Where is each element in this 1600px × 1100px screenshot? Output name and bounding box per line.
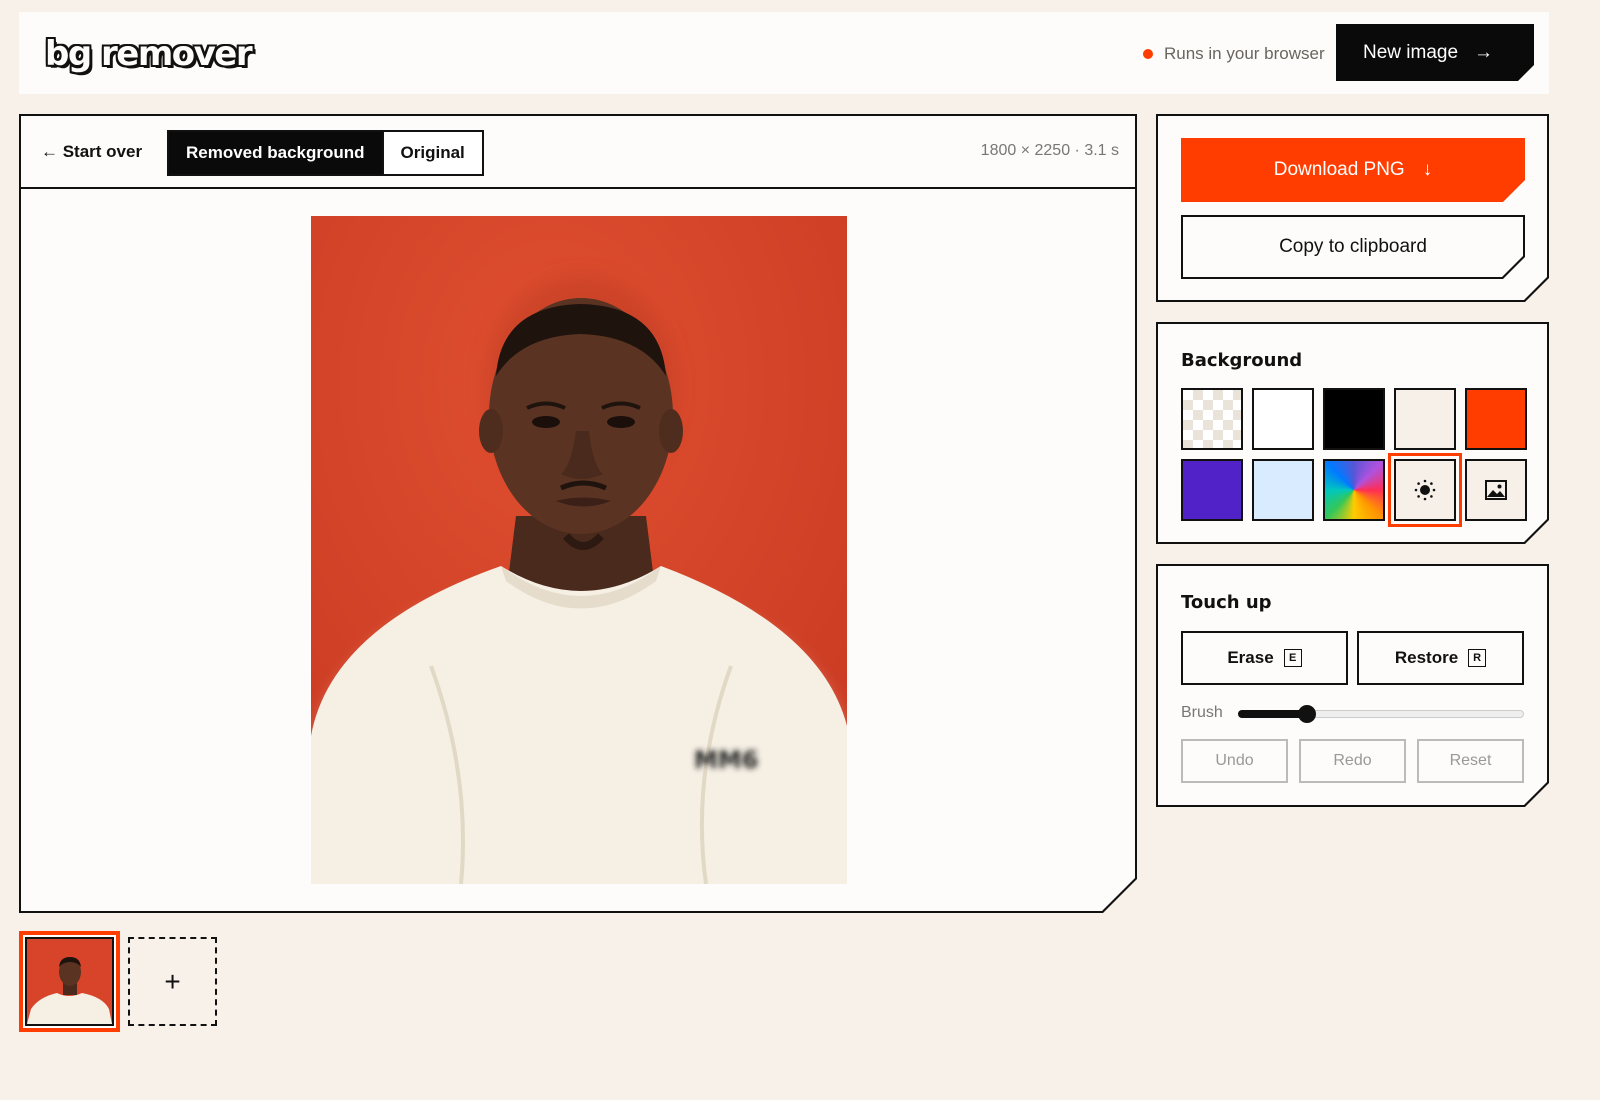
background-swatches (1181, 388, 1527, 521)
erase-button[interactable]: Erase E (1181, 631, 1348, 685)
touch-up-title: Touch up (1181, 592, 1272, 613)
brush-label: Brush (1181, 704, 1223, 721)
arrow-right-icon: → (1474, 41, 1494, 63)
image-viewer-body: ← Start over Removed background Original… (21, 116, 1135, 911)
swatch-blur[interactable] (1394, 459, 1456, 521)
image-icon (1484, 479, 1508, 501)
swatch-orange[interactable] (1465, 388, 1527, 450)
thumbnail-current[interactable] (19, 931, 120, 1032)
erase-label: Erase (1227, 648, 1274, 667)
export-panel: Download PNG ↓ Copy to clipboard (1156, 114, 1549, 302)
swatch-cream[interactable] (1394, 388, 1456, 450)
svg-text:MM6: MM6 (694, 746, 758, 774)
restore-button[interactable]: Restore R (1357, 631, 1524, 685)
swatch-rainbow[interactable] (1323, 459, 1385, 521)
arrow-down-icon: ↓ (1422, 159, 1433, 180)
swatch-image[interactable] (1465, 459, 1527, 521)
background-title: Background (1181, 350, 1303, 371)
image-viewer-panel: ← Start over Removed background Original… (19, 114, 1137, 913)
copy-to-clipboard-button[interactable]: Copy to clipboard (1181, 215, 1525, 279)
restore-label: Restore (1394, 648, 1459, 667)
swatch-purple[interactable] (1181, 459, 1243, 521)
toolbar-divider (21, 187, 1135, 189)
swatch-transparent[interactable] (1181, 388, 1243, 450)
redo-button[interactable]: Redo (1299, 739, 1406, 783)
thumbnail-portrait (27, 939, 112, 1024)
portrait-illustration: MM6 (311, 216, 847, 884)
app-logo[interactable]: bg remover (45, 34, 253, 74)
background-panel: Background (1156, 322, 1549, 544)
copy-label: Copy to clipboard (1183, 217, 1523, 277)
new-image-button[interactable]: New image → (1336, 24, 1534, 81)
download-png-button[interactable]: Download PNG ↓ (1181, 138, 1525, 202)
brush-slider-fill (1238, 710, 1306, 718)
touch-up-panel: Touch up Erase E Restore R Brush Undo Re… (1156, 564, 1549, 807)
touch-up-panel-body: Touch up Erase E Restore R Brush Undo Re… (1158, 566, 1547, 805)
sun-icon (1414, 479, 1436, 501)
reset-button[interactable]: Reset (1417, 739, 1524, 783)
status-text: Runs in your browser (1164, 44, 1325, 63)
image-meta: 1800 × 2250 · 3.1 s (980, 142, 1119, 159)
swatch-light-blue[interactable] (1252, 459, 1314, 521)
swatch-white[interactable] (1252, 388, 1314, 450)
restore-shortcut-key: R (1468, 649, 1486, 667)
app-header: bg remover Runs in your browser New imag… (19, 12, 1549, 94)
brush-size-slider[interactable] (1238, 710, 1524, 718)
brush-slider-handle[interactable] (1298, 705, 1316, 723)
view-toggle: Removed background Original (167, 130, 484, 176)
undo-button[interactable]: Undo (1181, 739, 1288, 783)
status-dot-icon (1143, 49, 1153, 59)
background-panel-body: Background (1158, 324, 1547, 542)
status-indicator: Runs in your browser (1143, 44, 1325, 64)
erase-shortcut-key: E (1284, 649, 1302, 667)
swatch-black[interactable] (1323, 388, 1385, 450)
new-image-label: New image (1363, 41, 1459, 63)
tab-removed-background[interactable]: Removed background (169, 132, 382, 174)
tab-original[interactable]: Original (382, 132, 482, 174)
export-panel-body: Download PNG ↓ Copy to clipboard (1158, 116, 1547, 300)
thumbnail-image (25, 937, 114, 1026)
download-label: Download PNG (1273, 159, 1405, 180)
start-over-button[interactable]: ← Start over (41, 142, 142, 162)
result-image[interactable]: MM6 (311, 216, 847, 884)
add-image-button[interactable]: + (128, 937, 217, 1026)
